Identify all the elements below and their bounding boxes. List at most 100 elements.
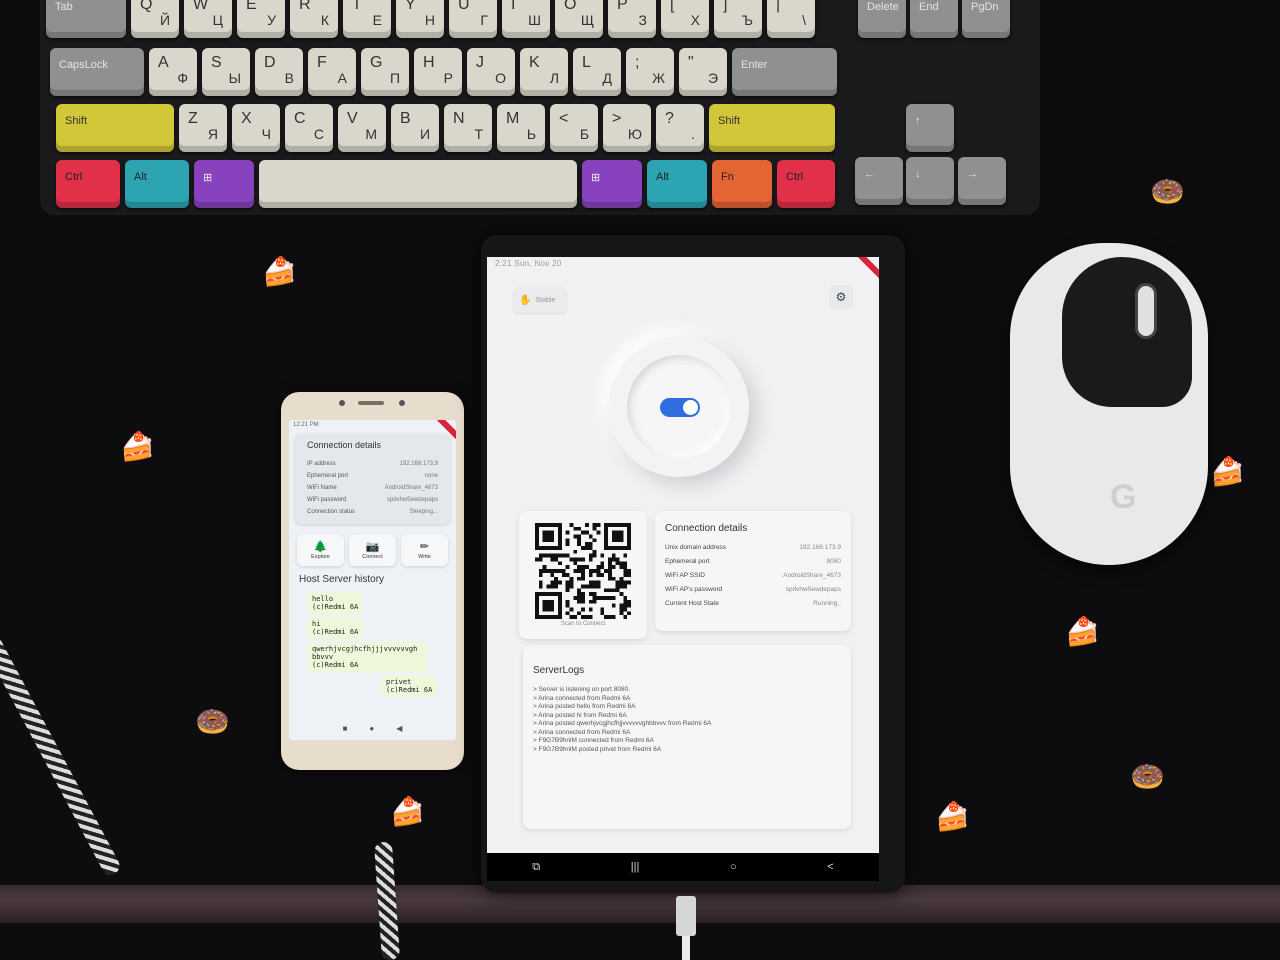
pen-icon: ✏: [419, 540, 430, 553]
key-shift[interactable]: Shift: [709, 104, 835, 152]
server-toggle-switch[interactable]: [660, 398, 700, 417]
key-nav[interactable]: →: [958, 157, 1006, 205]
key-alt[interactable]: Alt: [647, 160, 707, 208]
key-alt[interactable]: Alt: [125, 160, 189, 208]
key-p[interactable]: PЗ: [608, 0, 656, 38]
key-alt-label: Ш: [528, 12, 541, 28]
write-button[interactable]: ✏ Write: [401, 534, 448, 566]
key-label: Enter: [741, 59, 768, 71]
phone-detail-row: IP address 192.168.173.9: [303, 458, 442, 470]
key-label: Z: [188, 110, 198, 127]
donut-sticker: 🍩: [1150, 176, 1185, 207]
back-icon[interactable]: ◀: [396, 724, 402, 738]
key-m[interactable]: MЬ: [497, 104, 545, 152]
message-list: hello (c)Redmi 6A hi (c)Redmi 6A qwerhjvcg…: [289, 589, 456, 697]
key-g[interactable]: GП: [361, 48, 409, 96]
log-line: > Arina posted hi from Redmi 6A: [533, 711, 627, 719]
key-x[interactable]: > Ю: [603, 104, 651, 152]
history-title: Host Server history: [299, 574, 385, 585]
recent-apps-icon[interactable]: |||: [631, 861, 640, 873]
home-icon[interactable]: ○: [730, 861, 737, 873]
key-label: ←: [864, 168, 875, 180]
key-alt-label: Ч: [261, 126, 271, 142]
key-r[interactable]: RК: [290, 0, 338, 38]
donut-sticker: 🍩: [195, 706, 230, 737]
phone-detail-row: WiFi Name AndroidShare_4673: [303, 482, 442, 494]
key-q[interactable]: QЙ: [131, 0, 179, 38]
explore-button[interactable]: 🌲 Explore: [297, 534, 344, 566]
action-label: Explore: [311, 553, 330, 560]
key-f[interactable]: FА: [308, 48, 356, 96]
key-tab[interactable]: Tab: [46, 0, 126, 38]
key-alt-label: Ю: [627, 126, 642, 142]
power-knob: [609, 337, 749, 477]
key-v[interactable]: VМ: [338, 104, 386, 152]
key-ctrl[interactable]: Ctrl: [777, 160, 835, 208]
key-x[interactable]: ?.: [656, 104, 704, 152]
key-label: U: [458, 0, 470, 13]
key-label: |: [776, 0, 781, 13]
key-capslock[interactable]: CapsLock: [50, 48, 144, 96]
key-x[interactable]: [Х: [661, 0, 709, 38]
screenshot-icon[interactable]: ⧉: [532, 861, 540, 874]
recent-apps-icon[interactable]: ■: [343, 724, 348, 738]
key-alt-label: Щ: [580, 12, 594, 28]
key-label: N: [453, 110, 465, 127]
key-nav[interactable]: ↓: [906, 157, 954, 205]
tablet-detail-row: Ephemeral port 8080: [665, 558, 841, 565]
key-x[interactable]: " Э: [679, 48, 727, 96]
connect-button[interactable]: 📷 Connect: [349, 534, 396, 566]
key-label: X: [241, 110, 252, 127]
detail-value: Running..: [813, 600, 841, 607]
key-shift[interactable]: Shift: [56, 104, 174, 152]
detail-value: Sleeping...: [409, 509, 438, 515]
qr-code[interactable]: [535, 523, 631, 619]
detail-value: 192.168.173.9: [799, 544, 841, 551]
key-x[interactable]: | \: [767, 0, 815, 38]
key-label: W: [193, 0, 209, 13]
key-o[interactable]: OЩ: [555, 0, 603, 38]
key-e[interactable]: EУ: [237, 0, 285, 38]
key-enter[interactable]: Enter: [732, 48, 837, 96]
key-nav[interactable]: Delete: [858, 0, 906, 38]
key-nav[interactable]: ↑: [906, 104, 954, 152]
key-x[interactable]: ⊞: [582, 160, 642, 208]
key-nav[interactable]: ←: [855, 157, 903, 205]
key-w[interactable]: WЦ: [184, 0, 232, 38]
key-nav[interactable]: PgDn: [962, 0, 1010, 38]
key-y[interactable]: YН: [396, 0, 444, 38]
key-x[interactable]: ; Ж: [626, 48, 674, 96]
key-a[interactable]: AФ: [149, 48, 197, 96]
key-d[interactable]: DВ: [255, 48, 303, 96]
key-nav[interactable]: End: [910, 0, 958, 38]
tablet-screen: 2:21 Sun, Nov 20 ✋ Stable ⚙ Scan to Conn…: [487, 257, 879, 853]
key-c[interactable]: CС: [285, 104, 333, 152]
key-t[interactable]: TЕ: [343, 0, 391, 38]
key-n[interactable]: NТ: [444, 104, 492, 152]
key-j[interactable]: JО: [467, 48, 515, 96]
key-x[interactable]: < Б: [550, 104, 598, 152]
key-l[interactable]: LД: [573, 48, 621, 96]
key-i[interactable]: IШ: [502, 0, 550, 38]
key-fn[interactable]: Fn: [712, 160, 772, 208]
key-alt-label: Г: [480, 12, 488, 28]
key-x[interactable]: ] Ъ: [714, 0, 762, 38]
key-b[interactable]: BИ: [391, 104, 439, 152]
key-k[interactable]: KЛ: [520, 48, 568, 96]
detail-value: 192.168.173.9: [399, 461, 438, 467]
key-x[interactable]: XЧ: [232, 104, 280, 152]
settings-gear-icon[interactable]: ⚙: [829, 285, 853, 309]
key-h[interactable]: HР: [414, 48, 462, 96]
key-z[interactable]: ZЯ: [179, 104, 227, 152]
key-space[interactable]: [259, 160, 577, 208]
key-u[interactable]: UГ: [449, 0, 497, 38]
key-ctrl[interactable]: Ctrl: [56, 160, 120, 208]
tablet-connection-card: Connection details Unix domain address 19…: [655, 511, 851, 631]
key-label: R: [299, 0, 311, 13]
stable-badge[interactable]: ✋ Stable: [513, 287, 567, 313]
key-x[interactable]: ⊞: [194, 160, 254, 208]
key-s[interactable]: SЫ: [202, 48, 250, 96]
key-alt-label: Т: [474, 126, 483, 142]
home-icon[interactable]: ●: [369, 724, 374, 738]
back-icon[interactable]: <: [827, 861, 833, 873]
